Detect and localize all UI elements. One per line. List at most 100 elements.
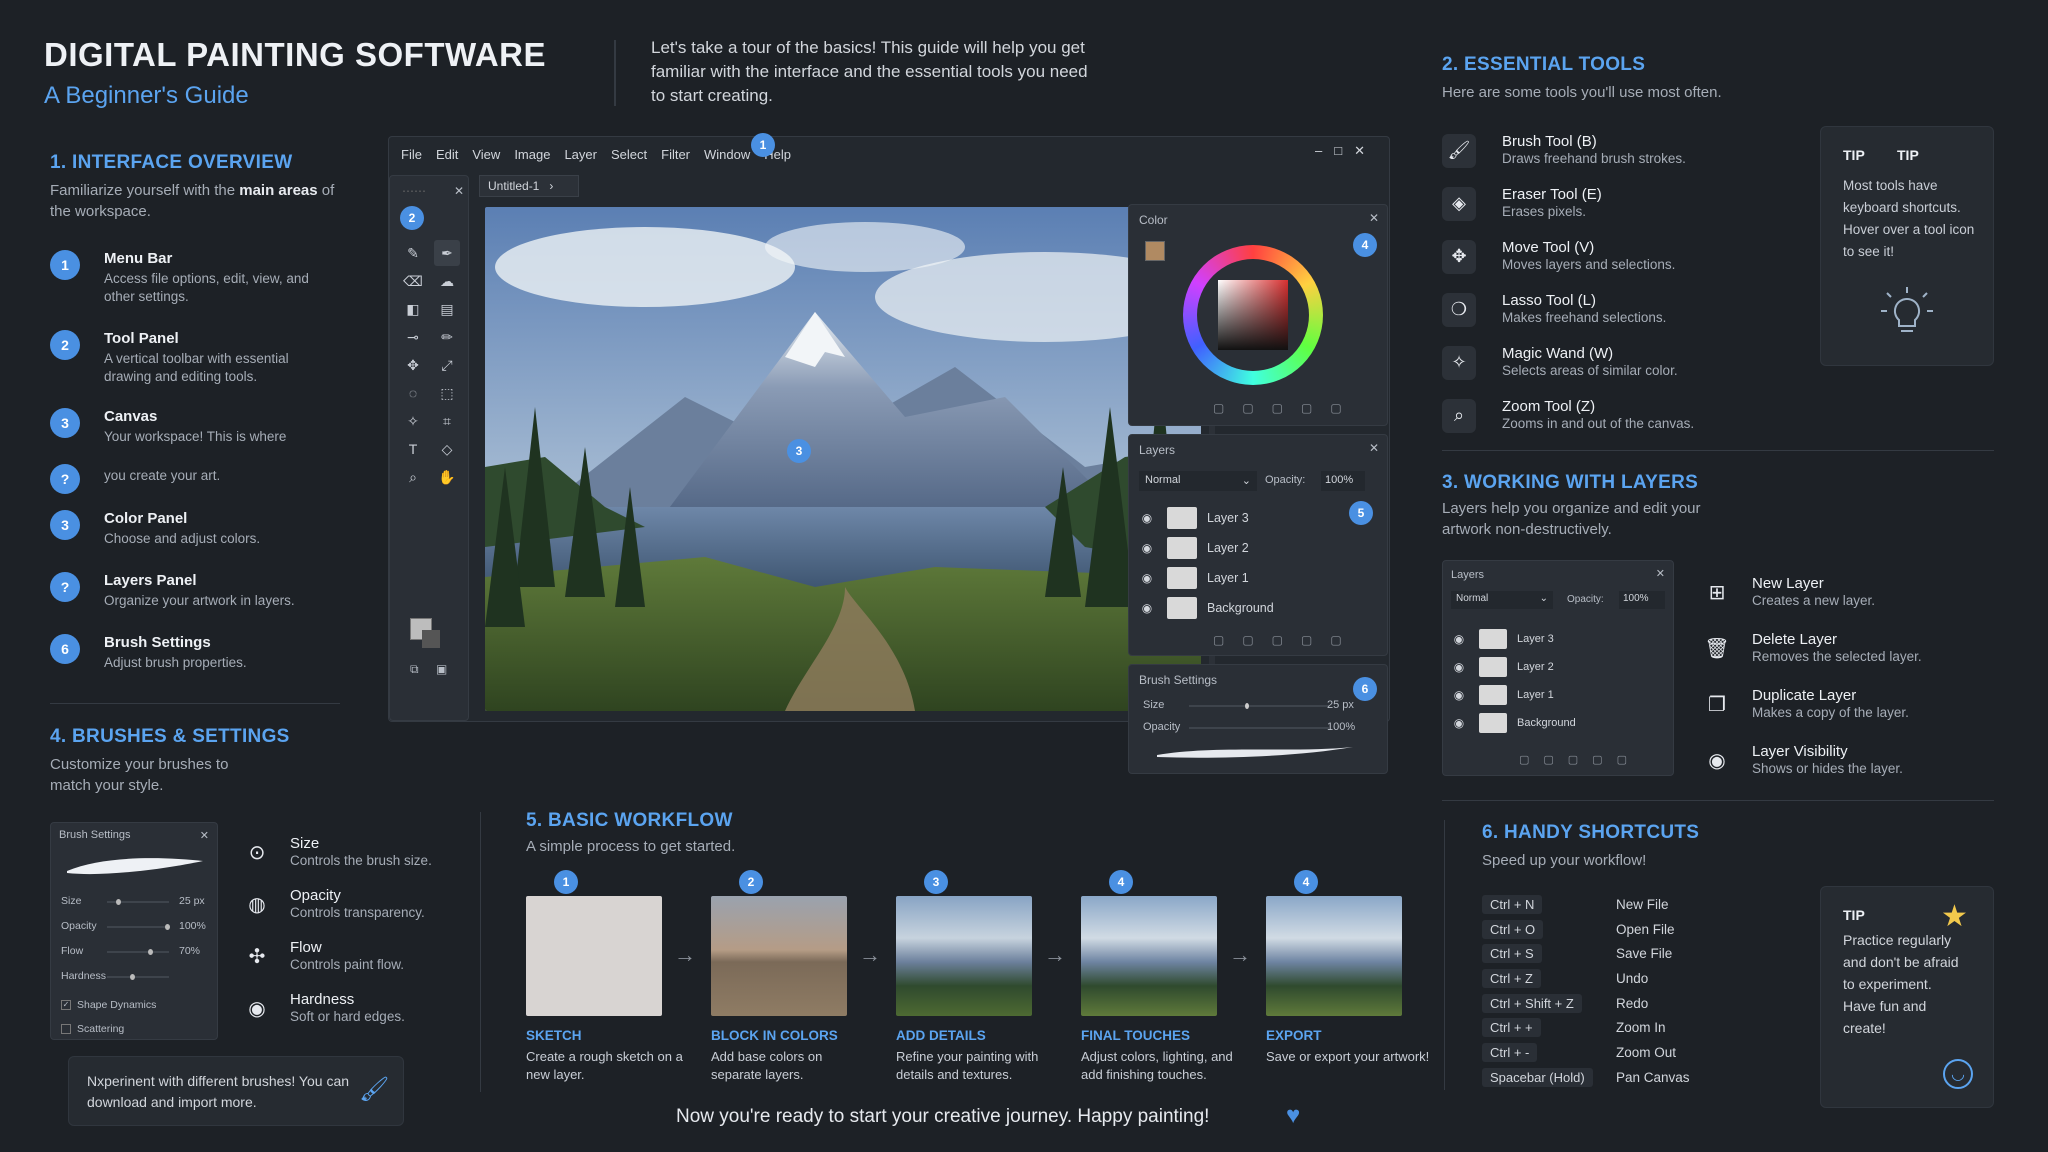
brush-opacity-slider[interactable] <box>1189 727 1329 729</box>
workflow-step-thumbnail <box>896 896 1032 1016</box>
lasso-icon: ❍ <box>1442 292 1476 327</box>
callout-badge-3: 3 <box>787 439 811 463</box>
layer-row[interactable]: ◉ Background <box>1449 709 1649 737</box>
gradient-icon[interactable]: ▤ <box>434 296 460 322</box>
background-color-swatch[interactable] <box>422 630 440 648</box>
eyedropper-icon[interactable]: ⊸ <box>400 324 426 350</box>
lasso-icon[interactable]: ◌ <box>400 380 426 406</box>
eye-icon[interactable]: ◉ <box>1449 632 1469 646</box>
brush-setting-slider[interactable] <box>107 924 170 930</box>
layer-row[interactable]: ◉ Layer 1 <box>1449 681 1649 709</box>
opacity-input[interactable]: 100% <box>1321 471 1365 491</box>
layers-demo-opacity-input[interactable]: 100% <box>1619 591 1665 609</box>
slider-thumb[interactable] <box>165 924 170 930</box>
layers-demo-title: Layers <box>1451 569 1485 581</box>
brush-setting-value: 25 px <box>179 895 205 907</box>
layers-demo-blend-select[interactable]: Normal ⌄ <box>1451 591 1553 609</box>
smudge-icon[interactable]: ☁ <box>434 268 460 294</box>
menu-item-view[interactable]: View <box>472 147 500 162</box>
overview-text: you create your art. <box>104 464 324 494</box>
layer-row[interactable]: ◉ Background <box>1137 593 1337 623</box>
color-panel-footer-icons[interactable]: ▢▢▢▢▢ <box>1213 401 1360 415</box>
saturation-square[interactable] <box>1218 280 1288 350</box>
brush-setting-slider[interactable] <box>107 899 169 905</box>
brush-setting-slider[interactable] <box>107 974 169 980</box>
tool-desc: Zooms in and out of the canvas. <box>1502 416 1695 431</box>
color-panel-close-icon[interactable]: ✕ <box>1369 211 1379 225</box>
brush-prop-desc: Controls paint flow. <box>290 956 405 972</box>
slider-thumb[interactable] <box>147 949 153 955</box>
brush-icon[interactable]: ✎ <box>400 240 426 266</box>
document-tab[interactable]: Untitled-1 › <box>479 175 579 197</box>
move-icon[interactable]: ✥ <box>400 352 426 378</box>
duplicate-layer-icon: ❐ <box>1708 693 1726 716</box>
brush-check-row[interactable]: ✓ Shape Dynamics <box>61 993 211 1017</box>
eye-icon[interactable]: ◉ <box>1449 688 1469 702</box>
marquee-icon[interactable]: ⬚ <box>434 380 460 406</box>
eye-icon[interactable]: ◉ <box>1137 541 1157 555</box>
checkbox[interactable]: ✓ <box>61 1000 71 1010</box>
canvas[interactable]: 3 <box>485 207 1201 711</box>
menu-item-file[interactable]: File <box>401 147 422 162</box>
shape-icon[interactable]: ◇ <box>434 436 460 462</box>
eye-icon[interactable]: ◉ <box>1137 601 1157 615</box>
transform-icon[interactable]: ⤢ <box>434 352 460 378</box>
layers-panel-close-icon[interactable]: ✕ <box>1369 441 1379 455</box>
checkbox[interactable] <box>61 1024 71 1034</box>
eye-icon[interactable]: ◉ <box>1137 571 1157 585</box>
pencil-icon[interactable]: ✏ <box>434 324 460 350</box>
shortcut-list: Ctrl + N New File Ctrl + O Open File Ctrl + … <box>1482 892 1802 1090</box>
overview-item-title: Color Panel <box>104 510 188 527</box>
minimize-icon[interactable]: – <box>1315 143 1334 158</box>
brush-opacity-value: 100% <box>1327 721 1356 733</box>
menu-item-window[interactable]: Window <box>704 147 750 162</box>
brush-icon: 🖌 <box>1442 133 1476 168</box>
close-icon[interactable]: ✕ <box>1354 143 1377 158</box>
brush-setting-slider[interactable] <box>107 949 169 955</box>
layer-row[interactable]: ◉ Layer 2 <box>1449 653 1649 681</box>
eraser-icon[interactable]: ⌫ <box>400 268 426 294</box>
layers-demo-footer-icons[interactable]: ▢▢▢▢▢ <box>1519 753 1641 766</box>
menu-item-edit[interactable]: Edit <box>436 147 458 162</box>
brush-size-slider[interactable] <box>1189 703 1329 709</box>
layer-action-item: ⊞ New Layer Creates a new layer. <box>1702 564 2002 620</box>
eye-icon[interactable]: ◉ <box>1449 660 1469 674</box>
brush-demo-close-icon[interactable]: ✕ <box>200 829 209 842</box>
hand-icon[interactable]: ✋ <box>434 464 460 490</box>
slider-thumb[interactable] <box>130 974 136 980</box>
menu-item-select[interactable]: Select <box>611 147 647 162</box>
slider-thumb[interactable] <box>115 899 121 905</box>
layer-row[interactable]: ◉ Layer 3 <box>1137 503 1337 533</box>
current-color-swatch[interactable] <box>1145 241 1165 261</box>
heart-icon: ♥ <box>1286 1102 1301 1129</box>
tab-close-icon[interactable]: › <box>549 179 553 193</box>
brush-prop-title: Hardness <box>290 990 355 1008</box>
tool-title: Magic Wand (W) <box>1502 345 1614 362</box>
eye-icon[interactable]: ◉ <box>1449 716 1469 730</box>
layer-row[interactable]: ◉ Layer 3 <box>1449 625 1649 653</box>
zoom-icon[interactable]: ⌕ <box>400 464 426 490</box>
tool-panel-close-icon[interactable]: ✕ <box>454 184 464 198</box>
brush-check-row[interactable]: Scattering <box>61 1017 211 1041</box>
fill-icon[interactable]: ◧ <box>400 296 426 322</box>
layers-demo-close-icon[interactable]: ✕ <box>1656 567 1665 580</box>
layer-row[interactable]: ◉ Layer 1 <box>1137 563 1337 593</box>
shortcut-action: Zoom Out <box>1616 1044 1677 1060</box>
layers-panel-footer-icons[interactable]: ▢▢▢▢▢ <box>1213 633 1360 647</box>
maximize-icon[interactable]: □ <box>1334 143 1354 158</box>
crop-icon[interactable]: ⌗ <box>434 408 460 434</box>
magic-wand-icon[interactable]: ✧ <box>400 408 426 434</box>
eye-icon[interactable]: ◉ <box>1137 511 1157 525</box>
flow-icon: ✣ <box>248 945 266 968</box>
callout-badge-2: 2 <box>400 206 424 230</box>
color-wheel[interactable] <box>1183 245 1323 385</box>
menu-item-layer[interactable]: Layer <box>564 147 597 162</box>
text-icon[interactable]: T <box>400 436 426 462</box>
menu-item-filter[interactable]: Filter <box>661 147 690 162</box>
blend-mode-select[interactable]: Normal ⌄ <box>1139 471 1257 491</box>
pen-icon[interactable]: ✒ <box>434 240 460 266</box>
menu-item-image[interactable]: Image <box>514 147 550 162</box>
layer-row[interactable]: ◉ Layer 2 <box>1137 533 1337 563</box>
screen-mode-icon[interactable]: ⧉ <box>410 662 419 677</box>
quick-mask-icon[interactable]: ▣ <box>436 662 447 676</box>
